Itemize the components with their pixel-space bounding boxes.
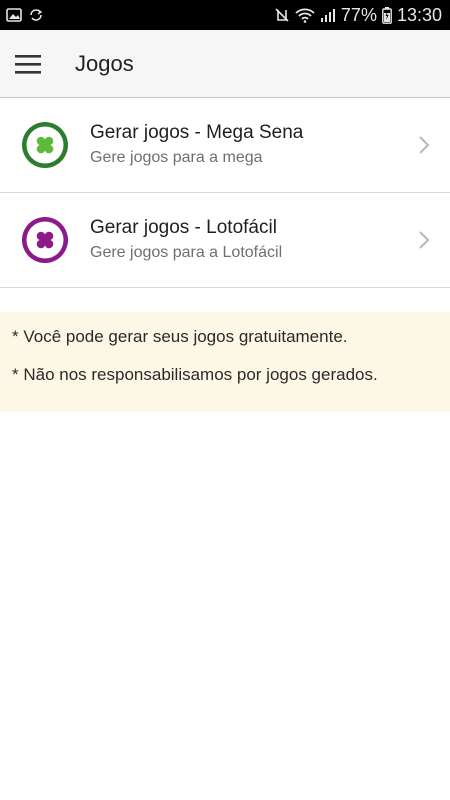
image-icon bbox=[6, 7, 22, 23]
clover-icon bbox=[22, 122, 68, 168]
chevron-right-icon bbox=[412, 228, 436, 252]
mega-sena-logo bbox=[20, 120, 70, 170]
list-item-lotofacil[interactable]: Gerar jogos - Lotofácil Gere jogos para … bbox=[0, 193, 450, 288]
notice-line-free: * Você pode gerar seus jogos gratuitamen… bbox=[12, 327, 348, 346]
list-item-text: Gerar jogos - Mega Sena Gere jogos para … bbox=[90, 121, 412, 169]
mute-vibrate-icon bbox=[274, 7, 290, 23]
clover-icon bbox=[22, 217, 68, 263]
sync-icon bbox=[28, 7, 44, 23]
chevron-right-icon bbox=[412, 133, 436, 157]
list-item-title: Gerar jogos - Mega Sena bbox=[90, 122, 304, 143]
app-bar: Jogos bbox=[0, 30, 450, 98]
hamburger-menu-icon bbox=[15, 54, 41, 74]
lotofacil-logo bbox=[20, 215, 70, 265]
list-item-subtitle: Gere jogos para a mega bbox=[90, 149, 263, 166]
notice-box: * Você pode gerar seus jogos gratuitamen… bbox=[0, 312, 450, 412]
status-bar: 77% 13:30 bbox=[0, 0, 450, 30]
battery-icon bbox=[382, 6, 392, 24]
page-title: Jogos bbox=[75, 50, 134, 76]
list-item-text: Gerar jogos - Lotofácil Gere jogos para … bbox=[90, 216, 412, 264]
games-list: Gerar jogos - Mega Sena Gere jogos para … bbox=[0, 98, 450, 288]
wifi-icon bbox=[295, 7, 315, 23]
list-item-title: Gerar jogos - Lotofácil bbox=[90, 217, 277, 238]
list-item-subtitle: Gere jogos para a Lotofácil bbox=[90, 244, 283, 261]
status-bar-left bbox=[6, 7, 44, 23]
clock: 13:30 bbox=[396, 4, 442, 25]
signal-icon bbox=[320, 7, 336, 23]
list-item-mega-sena[interactable]: Gerar jogos - Mega Sena Gere jogos para … bbox=[0, 98, 450, 193]
battery-percent: 77% bbox=[340, 4, 377, 25]
menu-button[interactable] bbox=[3, 39, 53, 89]
status-bar-right: 77% 13:30 bbox=[274, 5, 442, 26]
notice-line-disclaimer: * Não nos responsabilisamos por jogos ge… bbox=[12, 365, 378, 384]
